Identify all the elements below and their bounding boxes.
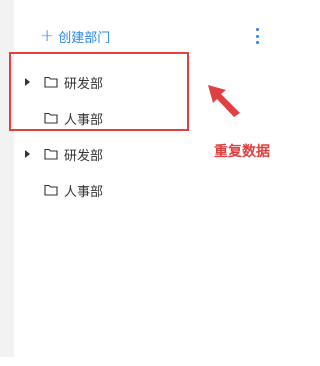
tree-item-rd-2[interactable]: 研发部	[22, 143, 103, 165]
tree-item-label: 人事部	[64, 184, 104, 200]
duplicate-highlight-box	[9, 52, 189, 131]
annotation-arrow-icon	[208, 85, 240, 117]
annotation-label: 重复数据	[214, 144, 270, 160]
create-department-button[interactable]: + 创建部门	[40, 26, 111, 47]
expand-caret-icon[interactable]	[22, 143, 32, 165]
more-vertical-icon[interactable]	[253, 27, 261, 45]
tree-item-hr-2[interactable]: 人事部	[22, 179, 103, 201]
plus-icon: +	[40, 26, 55, 46]
create-department-label: 创建部门	[58, 31, 111, 46]
folder-icon	[44, 184, 58, 196]
folder-icon	[44, 148, 58, 160]
tree-item-label: 研发部	[64, 148, 104, 164]
